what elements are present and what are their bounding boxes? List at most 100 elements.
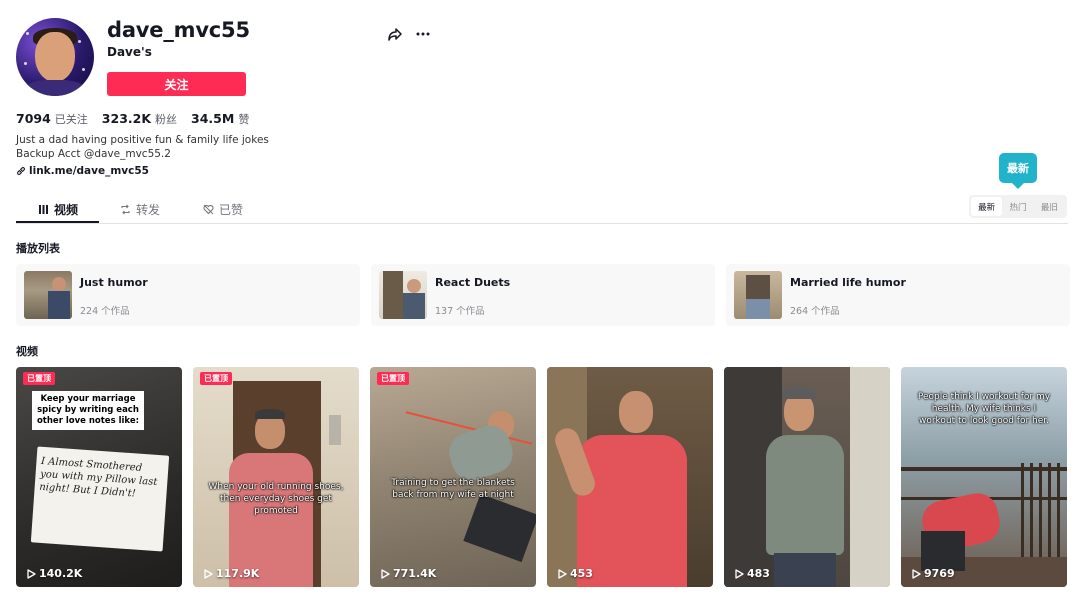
link-icon <box>17 167 25 175</box>
stat-value: 7094 <box>16 111 51 126</box>
tab-reposts[interactable]: 转发 <box>120 196 160 223</box>
video-card[interactable]: When your old running shoes, then everyd… <box>193 367 359 587</box>
play-count: 140.2K <box>26 567 82 580</box>
share-icon[interactable] <box>387 26 403 42</box>
profile-tabs: 视频 转发 已赞 <box>16 196 1068 224</box>
playlist-count: 224 个作品 <box>80 306 130 317</box>
person-shorts <box>921 531 965 571</box>
thumb-figure <box>383 271 403 319</box>
playlist-title: Just humor <box>80 276 148 289</box>
active-tab-underline <box>16 221 99 223</box>
person-cap <box>255 409 285 419</box>
video-card[interactable]: I Almost Smothered you with my Pillow la… <box>16 367 182 587</box>
video-caption: People think I workout for my health. My… <box>917 392 1051 426</box>
playlist-count: 137 个作品 <box>435 306 485 317</box>
note-text: I Almost Smothered you with my Pillow la… <box>38 455 158 500</box>
thumb-figure <box>407 279 421 293</box>
play-icon <box>912 568 921 579</box>
sort-popular[interactable]: 热门 <box>1002 197 1033 216</box>
tab-liked[interactable]: 已赞 <box>203 196 243 223</box>
stat-label: 已关注 <box>54 113 88 126</box>
stat-following[interactable]: 7094 已关注 <box>16 111 88 127</box>
play-count-value: 453 <box>570 567 593 580</box>
play-count: 9769 <box>911 567 955 580</box>
stat-label: 赞 <box>238 113 250 126</box>
playlist-card[interactable]: Married life humor 264 个作品 <box>726 264 1070 326</box>
grid-icon <box>39 205 48 214</box>
person-cap <box>782 387 816 399</box>
playlist-count: 264 个作品 <box>790 306 840 317</box>
thumb-figure <box>746 299 770 319</box>
bio-line: Just a dad having positive fun & family … <box>16 134 269 146</box>
follow-button[interactable]: 关注 <box>107 72 246 96</box>
liked-icon <box>203 204 214 215</box>
avatar-face <box>35 32 75 82</box>
profile-nickname: Dave's <box>107 45 152 59</box>
play-count-value: 140.2K <box>39 567 83 580</box>
sort-oldest[interactable]: 最旧 <box>1034 197 1065 216</box>
thumb-figure <box>746 275 770 301</box>
profile-avatar[interactable] <box>16 18 94 96</box>
video-caption: When your old running shoes, then everyd… <box>208 482 344 516</box>
person-shorts <box>463 493 536 563</box>
playlists-heading: 播放列表 <box>16 242 60 255</box>
bio-line: Backup Acct @dave_mvc55.2 <box>16 148 171 160</box>
person-shirt <box>766 435 844 555</box>
playlist-card[interactable]: React Duets 137 个作品 <box>371 264 715 326</box>
tab-videos[interactable]: 视频 <box>38 196 78 223</box>
tooltip-arrow <box>1012 183 1024 189</box>
star-decoration <box>82 68 85 71</box>
tab-label: 转发 <box>136 203 161 217</box>
repost-icon <box>121 204 130 215</box>
stat-value: 323.2K <box>101 111 152 126</box>
stat-likes: 34.5M 赞 <box>191 111 249 127</box>
pinned-badge: 已置顶 <box>200 372 232 385</box>
video-card[interactable]: 483 <box>724 367 890 587</box>
play-icon <box>27 568 36 579</box>
profile-link[interactable]: link.me/dave_mvc55 <box>16 165 149 177</box>
video-card[interactable]: 453 <box>547 367 713 587</box>
person-shirt <box>577 435 687 587</box>
person-head <box>619 391 653 433</box>
person-jeans <box>774 553 836 587</box>
play-count-value: 117.9K <box>216 567 260 580</box>
playlist-thumbnail <box>24 271 72 319</box>
videos-heading: 视频 <box>16 345 38 358</box>
star-decoration <box>78 40 81 43</box>
play-count-value: 771.4K <box>393 567 437 580</box>
play-count-value: 9769 <box>924 567 955 580</box>
play-icon <box>381 568 390 579</box>
profile-username: dave_mvc55 <box>107 18 250 42</box>
stat-followers[interactable]: 323.2K 粉丝 <box>102 111 177 127</box>
playlist-title: Married life humor <box>790 276 906 289</box>
star-decoration <box>24 62 27 65</box>
sort-tooltip: 最新 <box>999 153 1037 183</box>
play-icon <box>558 568 567 579</box>
playlist-thumbnail <box>734 271 782 319</box>
keypad <box>329 415 341 445</box>
avatar-shirt <box>24 80 86 96</box>
play-count-value: 483 <box>747 567 770 580</box>
play-count: 117.9K <box>203 567 259 580</box>
more-icon[interactable] <box>415 26 431 42</box>
play-count: 453 <box>557 567 593 580</box>
pinned-badge: 已置顶 <box>377 372 409 385</box>
video-caption: Training to get the blankets back from m… <box>391 478 515 500</box>
video-caption: Keep your marriage spicy by writing each… <box>32 391 144 430</box>
video-card[interactable]: Training to get the blankets back from m… <box>370 367 536 587</box>
playlist-thumbnail <box>379 271 427 319</box>
video-card[interactable]: People think I workout for my health. My… <box>901 367 1067 587</box>
tab-label: 视频 <box>54 203 79 217</box>
play-count: 483 <box>734 567 770 580</box>
tab-label: 已赞 <box>219 203 244 217</box>
thumb-figure <box>52 277 66 291</box>
thumb-figure <box>48 291 70 319</box>
play-icon <box>204 568 213 579</box>
play-icon <box>735 568 744 579</box>
pinned-badge: 已置顶 <box>23 372 55 385</box>
sort-latest[interactable]: 最新 <box>971 197 1003 216</box>
sort-toggle: 最新 热门 最旧 <box>969 195 1067 218</box>
playlist-card[interactable]: Just humor 224 个作品 <box>16 264 360 326</box>
thumb-figure <box>403 293 425 319</box>
stat-value: 34.5M <box>191 111 235 126</box>
